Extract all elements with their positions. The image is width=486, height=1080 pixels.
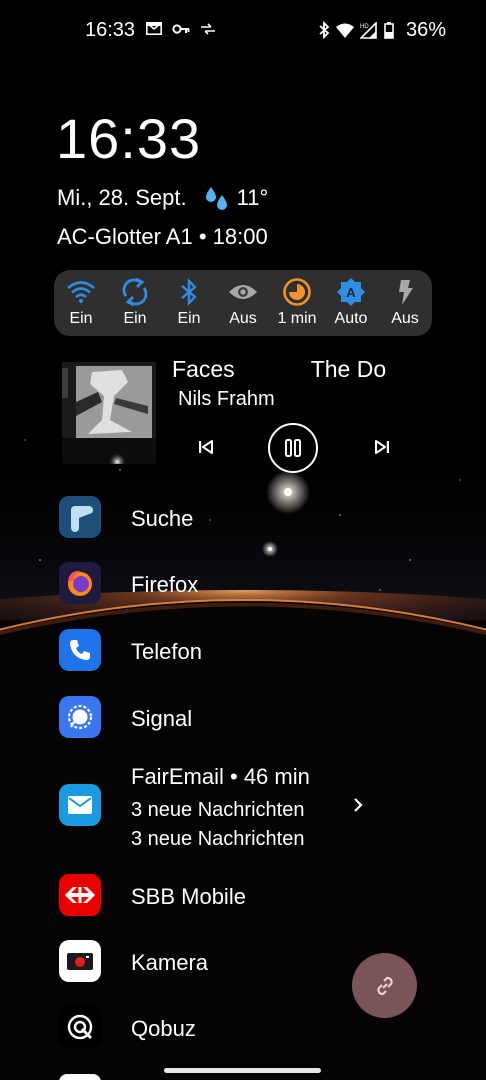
camera-icon bbox=[59, 940, 101, 982]
bluetooth-icon bbox=[319, 21, 330, 39]
album-art[interactable] bbox=[62, 362, 156, 464]
pause-button[interactable] bbox=[268, 423, 318, 473]
toggle-auto-brightness[interactable]: A Auto bbox=[324, 278, 378, 328]
raindrops-icon bbox=[205, 187, 227, 210]
mail-icon bbox=[146, 22, 162, 35]
toggle-wifi-label: Ein bbox=[69, 310, 93, 327]
data-transfer-icon bbox=[201, 22, 215, 35]
toggle-sync-label: Ein bbox=[123, 310, 147, 327]
media-artist: Nils Frahm bbox=[178, 388, 275, 410]
app-label-signal: Signal bbox=[131, 706, 193, 731]
toggle-flashlight[interactable]: Aus bbox=[378, 278, 432, 328]
bluetooth-icon bbox=[181, 278, 197, 306]
sbb-icon bbox=[59, 874, 101, 916]
toggle-screen-timeout-label: 1 min bbox=[277, 310, 317, 327]
link-fab-button[interactable] bbox=[352, 953, 417, 1018]
toggle-eye-comfort-label: Aus bbox=[229, 310, 257, 327]
signal-hd-icon: HD bbox=[360, 21, 377, 39]
temperature: 11° bbox=[236, 185, 269, 210]
timer-icon bbox=[283, 278, 311, 306]
app-row-firefox[interactable]: Firefox bbox=[0, 558, 486, 618]
app-label-kamera: Kamera bbox=[131, 950, 209, 975]
flashlight-icon bbox=[399, 280, 413, 305]
toggle-sync[interactable]: Ein bbox=[108, 278, 162, 328]
link-icon bbox=[376, 976, 393, 995]
app-label-telefon: Telefon bbox=[131, 639, 202, 664]
skip-next-icon bbox=[375, 440, 389, 454]
app-row-fairemail[interactable]: FairEmail • 46 min 3 neue Nachrichten 3 … bbox=[0, 760, 486, 856]
status-bar: 16:33 HD 36% bbox=[0, 0, 486, 62]
mail-app-icon bbox=[59, 784, 101, 826]
notification-line-2: 3 neue Nachrichten bbox=[131, 828, 305, 850]
clock-widget[interactable]: 16:33 bbox=[56, 106, 201, 171]
app-row-suche[interactable]: Suche bbox=[0, 492, 486, 552]
qobuz-icon bbox=[59, 1006, 101, 1048]
next-app-icon-peek bbox=[59, 1074, 101, 1080]
status-time: 16:33 bbox=[85, 19, 136, 41]
phone-icon bbox=[59, 629, 101, 671]
toggle-bluetooth[interactable]: Ein bbox=[162, 278, 216, 328]
toggle-screen-timeout[interactable]: 1 min bbox=[270, 278, 324, 328]
app-row-qobuz[interactable]: Qobuz bbox=[0, 998, 486, 1058]
skip-previous-button[interactable] bbox=[194, 435, 218, 459]
firefox-icon bbox=[59, 562, 101, 604]
skip-next-button[interactable] bbox=[370, 435, 394, 459]
media-title-next: The Do bbox=[310, 356, 387, 382]
calendar-event[interactable]: AC-Glotter A1 • 18:00 bbox=[57, 224, 268, 250]
app-label-qobuz: Qobuz bbox=[131, 1016, 196, 1041]
svg-text:A: A bbox=[346, 285, 356, 300]
auto-brightness-icon: A bbox=[337, 278, 365, 306]
home-indicator[interactable] bbox=[164, 1068, 321, 1073]
quick-toggles-bar: Ein Ein Ein Aus 1 min A Auto Aus bbox=[54, 270, 432, 336]
pause-icon bbox=[285, 439, 301, 457]
media-title-marquee: ) Faces The Do bbox=[172, 356, 412, 388]
media-title: ) Faces bbox=[172, 356, 235, 382]
sync-icon bbox=[122, 278, 148, 306]
app-row-telefon[interactable]: Telefon bbox=[0, 624, 486, 684]
toggle-auto-brightness-label: Auto bbox=[334, 310, 368, 327]
app-label-sbb: SBB Mobile bbox=[131, 884, 246, 909]
app-label-suche: Suche bbox=[131, 506, 194, 531]
notification-line-1: 3 neue Nachrichten bbox=[131, 799, 305, 821]
battery-percentage: 36% bbox=[405, 19, 446, 41]
skip-previous-icon bbox=[199, 440, 213, 454]
eye-icon bbox=[229, 285, 257, 299]
signal-app-icon bbox=[59, 696, 101, 738]
battery-icon bbox=[384, 21, 394, 39]
svg-text:HD: HD bbox=[360, 24, 369, 30]
app-label-firefox: Firefox bbox=[131, 572, 199, 597]
toggle-flashlight-label: Aus bbox=[391, 310, 419, 327]
app-row-sbb[interactable]: SBB Mobile bbox=[0, 866, 486, 926]
date-weather-row[interactable]: Mi., 28. Sept. 11° bbox=[57, 185, 268, 211]
date-text: Mi., 28. Sept. bbox=[57, 185, 187, 210]
wifi-icon bbox=[67, 281, 95, 303]
chevron-right-icon[interactable] bbox=[350, 795, 366, 815]
toggle-eye-comfort[interactable]: Aus bbox=[216, 278, 270, 328]
status-notification-icons bbox=[146, 22, 216, 35]
app-row-signal[interactable]: Signal bbox=[0, 690, 486, 750]
status-system-icons: HD bbox=[318, 21, 394, 39]
app-label-fairemail: FairEmail • 46 min bbox=[131, 764, 310, 789]
key-icon bbox=[172, 23, 190, 34]
search-app-icon bbox=[59, 496, 101, 538]
wifi-icon bbox=[336, 23, 354, 38]
toggle-bluetooth-label: Ein bbox=[177, 310, 201, 327]
toggle-wifi[interactable]: Ein bbox=[54, 278, 108, 328]
